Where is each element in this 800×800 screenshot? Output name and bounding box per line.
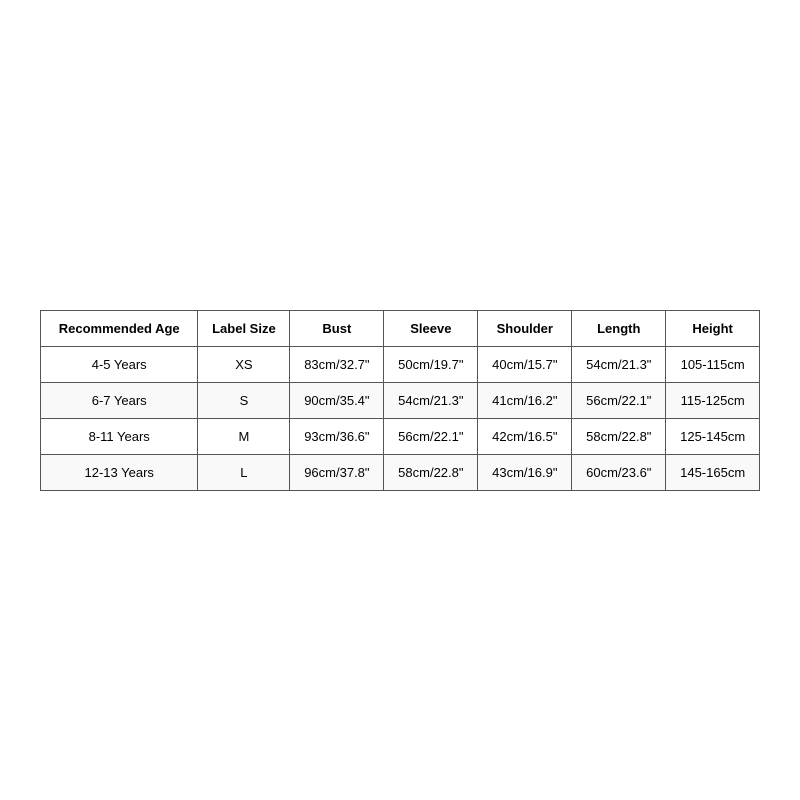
cell-label-size: XS xyxy=(198,346,290,382)
col-header-sleeve: Sleeve xyxy=(384,310,478,346)
cell-shoulder: 42cm/16.5" xyxy=(478,418,572,454)
col-header-length: Length xyxy=(572,310,666,346)
cell-sleeve: 56cm/22.1" xyxy=(384,418,478,454)
cell-shoulder: 43cm/16.9" xyxy=(478,454,572,490)
size-chart-container: Recommended Age Label Size Bust Sleeve S… xyxy=(40,310,760,491)
cell-bust: 90cm/35.4" xyxy=(290,382,384,418)
cell-label-size: M xyxy=(198,418,290,454)
cell-age: 4-5 Years xyxy=(41,346,198,382)
col-header-shoulder: Shoulder xyxy=(478,310,572,346)
cell-sleeve: 50cm/19.7" xyxy=(384,346,478,382)
cell-length: 56cm/22.1" xyxy=(572,382,666,418)
cell-bust: 93cm/36.6" xyxy=(290,418,384,454)
cell-age: 8-11 Years xyxy=(41,418,198,454)
cell-height: 145-165cm xyxy=(666,454,760,490)
cell-sleeve: 54cm/21.3" xyxy=(384,382,478,418)
cell-shoulder: 40cm/15.7" xyxy=(478,346,572,382)
cell-age: 12-13 Years xyxy=(41,454,198,490)
cell-label-size: S xyxy=(198,382,290,418)
cell-height: 105-115cm xyxy=(666,346,760,382)
cell-bust: 96cm/37.8" xyxy=(290,454,384,490)
cell-height: 125-145cm xyxy=(666,418,760,454)
col-header-bust: Bust xyxy=(290,310,384,346)
cell-bust: 83cm/32.7" xyxy=(290,346,384,382)
col-header-height: Height xyxy=(666,310,760,346)
cell-age: 6-7 Years xyxy=(41,382,198,418)
cell-sleeve: 58cm/22.8" xyxy=(384,454,478,490)
cell-shoulder: 41cm/16.2" xyxy=(478,382,572,418)
cell-length: 60cm/23.6" xyxy=(572,454,666,490)
table-header-row: Recommended Age Label Size Bust Sleeve S… xyxy=(41,310,760,346)
col-header-label-size: Label Size xyxy=(198,310,290,346)
cell-label-size: L xyxy=(198,454,290,490)
col-header-age: Recommended Age xyxy=(41,310,198,346)
table-row: 8-11 YearsM93cm/36.6"56cm/22.1"42cm/16.5… xyxy=(41,418,760,454)
table-row: 4-5 YearsXS83cm/32.7"50cm/19.7"40cm/15.7… xyxy=(41,346,760,382)
table-row: 6-7 YearsS90cm/35.4"54cm/21.3"41cm/16.2"… xyxy=(41,382,760,418)
cell-length: 58cm/22.8" xyxy=(572,418,666,454)
size-chart-table: Recommended Age Label Size Bust Sleeve S… xyxy=(40,310,760,491)
cell-height: 115-125cm xyxy=(666,382,760,418)
cell-length: 54cm/21.3" xyxy=(572,346,666,382)
table-row: 12-13 YearsL96cm/37.8"58cm/22.8"43cm/16.… xyxy=(41,454,760,490)
